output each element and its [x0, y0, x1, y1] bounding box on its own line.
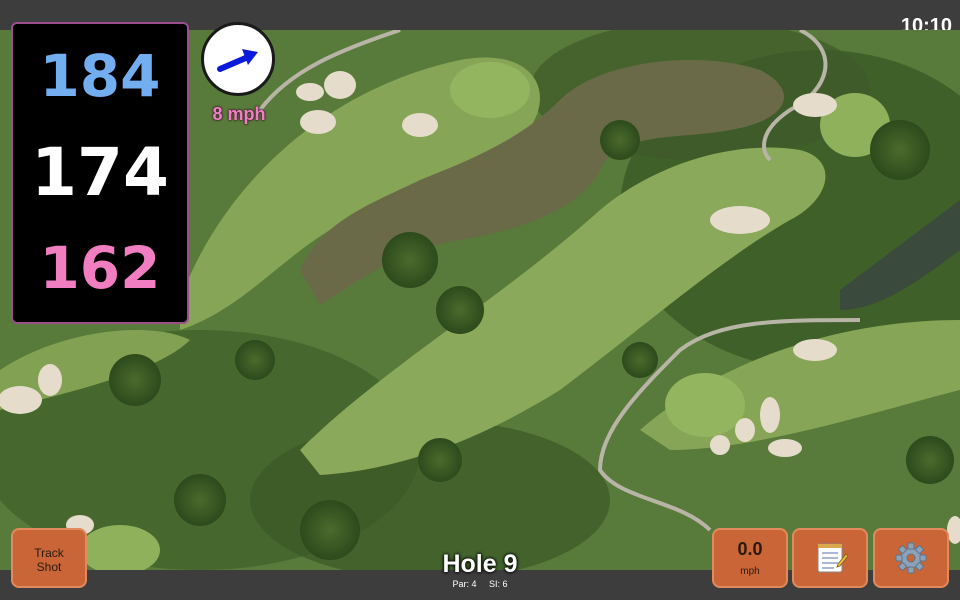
- front-distance: 162: [39, 234, 161, 302]
- center-distance: 174: [31, 134, 169, 211]
- wind-speed-label: 8 mph: [212, 104, 266, 124]
- hole-info: Hole 9 Par: 4 SI: 6: [380, 550, 580, 589]
- wind-speed-value: 0.0: [737, 539, 763, 559]
- wind-speed-button[interactable]: 0.0 mph: [712, 528, 788, 588]
- gear-icon: [895, 542, 927, 574]
- wind-speed-unit: mph: [740, 566, 760, 577]
- settings-button[interactable]: [873, 528, 949, 588]
- distance-panel: 184 174 162: [11, 22, 189, 324]
- hole-details: Par: 4 SI: 6: [380, 579, 580, 589]
- hole-stroke-index: SI: 6: [489, 579, 508, 589]
- track-shot-label-line2: Shot: [36, 560, 62, 574]
- notepad-icon: [817, 543, 849, 573]
- arrow-up-right-icon: [217, 49, 258, 72]
- wind-direction-indicator: [201, 22, 275, 96]
- hole-par: Par: 4: [452, 579, 477, 589]
- hole-title: Hole 9: [442, 550, 518, 578]
- track-shot-button[interactable]: Track Shot: [11, 528, 87, 588]
- track-shot-label-line1: Track: [34, 546, 64, 560]
- back-distance: 184: [39, 42, 161, 110]
- notes-button[interactable]: [792, 528, 868, 588]
- golf-gps-screen: 10:10 184 174 162 8 mph Track Shot Hole …: [0, 0, 960, 600]
